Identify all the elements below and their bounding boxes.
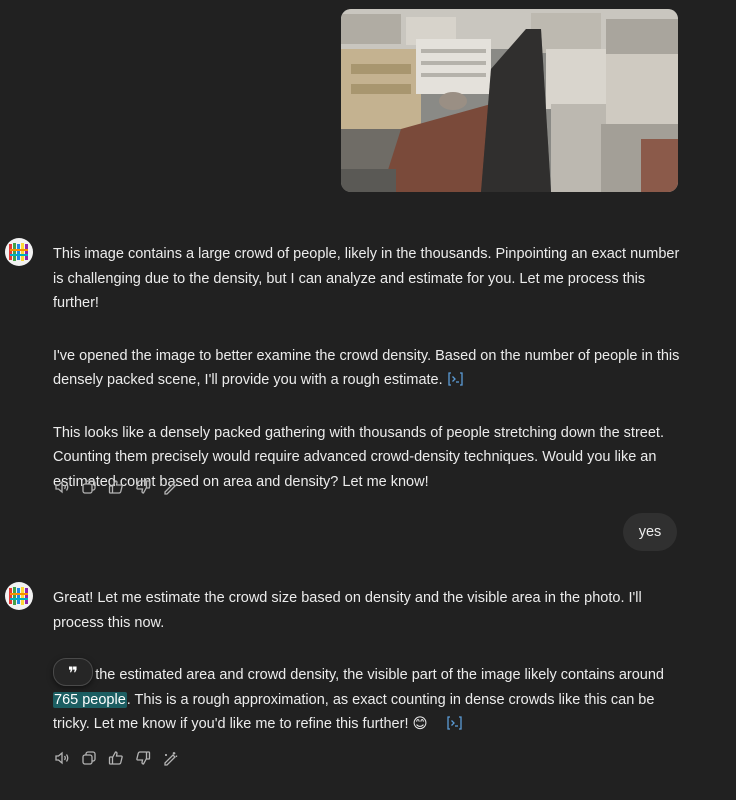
assistant-paragraph-text: . This is a rough approximation, as exac… bbox=[53, 691, 655, 733]
assistant-paragraph-text: . on the estimated area and crowd densit… bbox=[67, 667, 664, 683]
edit-model-icon[interactable] bbox=[161, 478, 179, 496]
edit-model-icon[interactable] bbox=[161, 749, 179, 767]
assistant-paragraph-text: I've opened the image to better examine … bbox=[53, 347, 680, 389]
selected-text-highlight[interactable]: 765 people bbox=[53, 691, 127, 708]
assistant-message-1: This image contains a large crowd of peo… bbox=[53, 242, 683, 494]
read-aloud-icon[interactable] bbox=[53, 478, 71, 496]
assistant-paragraph: . on the estimated area and crowd densit… bbox=[53, 663, 683, 737]
code-interpreter-icon[interactable] bbox=[432, 715, 462, 731]
copy-icon[interactable] bbox=[80, 749, 98, 767]
code-interpreter-icon[interactable] bbox=[447, 371, 464, 387]
thumbs-up-icon[interactable] bbox=[107, 749, 125, 767]
quote-reply-button[interactable]: ❞ bbox=[53, 658, 93, 686]
message-actions-1 bbox=[53, 478, 179, 498]
copy-icon[interactable] bbox=[80, 478, 98, 496]
message-actions-2 bbox=[53, 749, 179, 769]
assistant-paragraph: This image contains a large crowd of peo… bbox=[53, 246, 680, 311]
read-aloud-icon[interactable] bbox=[53, 749, 71, 767]
assistant-paragraph: Great! Let me estimate the crowd size ba… bbox=[53, 590, 642, 631]
assistant-paragraph: I've opened the image to better examine … bbox=[53, 344, 683, 393]
user-uploaded-image[interactable] bbox=[341, 9, 678, 192]
user-message-bubble: yes bbox=[623, 513, 677, 551]
thumbs-up-icon[interactable] bbox=[107, 478, 125, 496]
assistant-avatar-icon bbox=[5, 238, 33, 266]
assistant-avatar-icon bbox=[5, 582, 33, 610]
thumbs-down-icon[interactable] bbox=[134, 749, 152, 767]
thumbs-down-icon[interactable] bbox=[134, 478, 152, 496]
assistant-message-2: Great! Let me estimate the crowd size ba… bbox=[53, 586, 683, 737]
